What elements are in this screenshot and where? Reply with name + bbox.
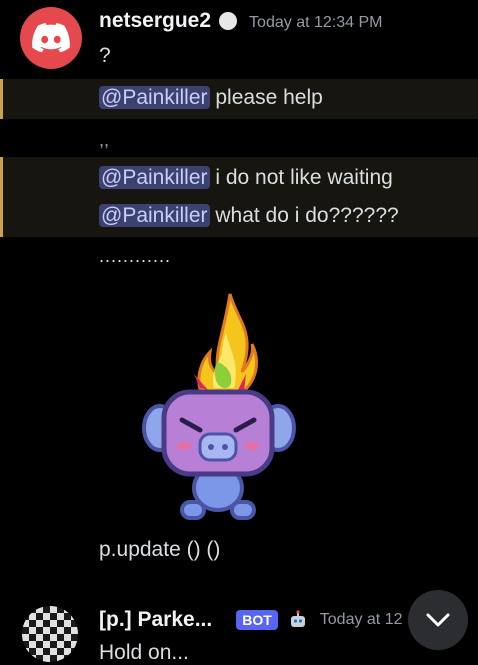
message-line: ,, [99,130,110,150]
message-line: @Painkiller what do i do?????? [99,204,399,228]
bot-username[interactable]: [p.] Parke... [99,608,212,632]
message-line: ? [99,44,111,67]
timestamp[interactable]: Today at 12:34 PM [249,14,382,32]
message-header: netsergue2 Today at 12:34 PM [99,9,382,33]
bot-avatar[interactable] [22,606,78,662]
angry-wumpus-fire-sticker[interactable] [138,292,298,527]
message-line: @Painkiller please help [99,86,323,110]
message-text: please help [209,86,323,109]
message-line: Hold on... [99,641,189,664]
timestamp[interactable]: Today at 12 [320,611,403,629]
bot-badge: BOT [236,610,278,630]
discord-logo-icon [32,23,70,53]
user-avatar[interactable] [20,7,82,69]
checkered-avatar-image [22,606,78,662]
message-line: p.update () () [99,538,221,561]
user-mention[interactable]: @Painkiller [99,166,210,189]
jump-to-bottom-button[interactable] [408,590,468,650]
message-text: what do i do?????? [209,204,399,227]
chevron-down-icon [426,613,450,627]
chat-view: netsergue2 Today at 12:34 PM ? @Painkill… [0,0,478,664]
robot-icon [290,610,305,627]
user-mention[interactable]: @Painkiller [99,86,210,109]
username[interactable]: netsergue2 [99,9,211,33]
message-line: @Painkiller i do not like waiting [99,166,393,190]
user-mention[interactable]: @Painkiller [99,204,210,227]
message-line: ............ [99,246,172,266]
status-dot-icon [219,12,238,30]
message-text: i do not like waiting [209,166,393,189]
message-header: [p.] Parke... BOT Today at 12 [99,608,403,632]
